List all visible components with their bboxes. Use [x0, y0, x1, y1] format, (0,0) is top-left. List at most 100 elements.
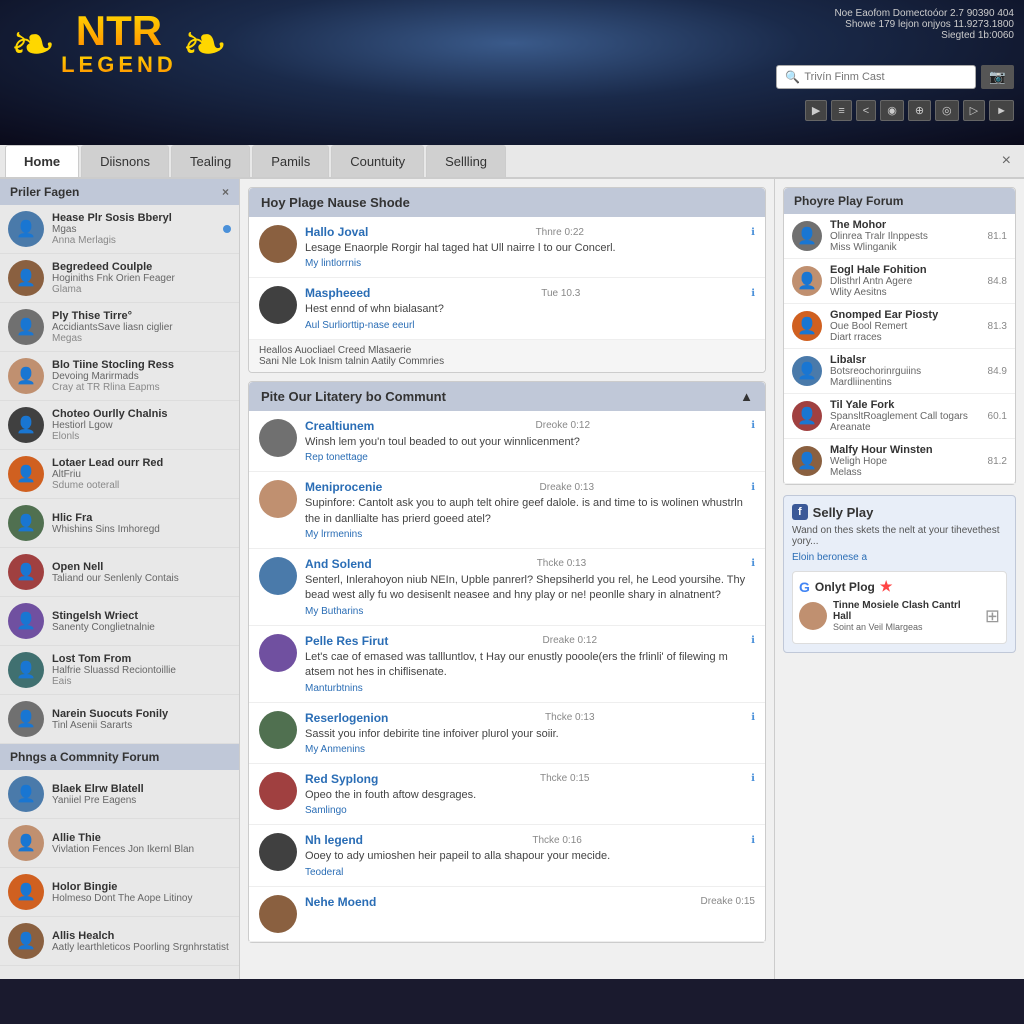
search-box[interactable]: 🔍 — [776, 65, 976, 89]
post-header: Nehe Moend Dreake 0:15 — [305, 895, 755, 909]
tab-diisnons[interactable]: Diisnons — [81, 145, 169, 177]
list-item[interactable]: 👤 Til Yale Fork SpansltRoaglement Call t… — [784, 394, 1015, 439]
list-item[interactable]: 👤 Allis Healch Aatly learthleticos Poorl… — [0, 917, 239, 966]
forum-user-info: The Mohor Olinrea Tralr Ilnppests Miss W… — [830, 219, 983, 253]
post-status-icon: ℹ — [751, 835, 755, 846]
tab-pamils[interactable]: Pamils — [252, 145, 329, 177]
post-status-icon: ℹ — [751, 288, 755, 299]
user-info: Ply Thise Tirre° AccidiantsSave liasn ci… — [52, 310, 231, 344]
avatar: 👤 — [792, 401, 822, 431]
list-item[interactable]: 👤 Gnomped Ear Piosty Oue Bool Remert Dia… — [784, 304, 1015, 349]
list-item[interactable]: 👤 Blaek Elrw Blatell Yaniiel Pre Eagens — [0, 770, 239, 819]
forum-user-info: Libalsr Botsreochorinrguiins Mardliinent… — [830, 354, 983, 388]
post-body: Meniprocenie Dreake 0:13 ℹ Supinfore: Ca… — [305, 480, 755, 540]
list-item[interactable]: 👤 Allie Thie Vivlation Fences Jon Ikernl… — [0, 819, 239, 868]
list-item[interactable]: 👤 Libalsr Botsreochorinrguiins Mardliine… — [784, 349, 1015, 394]
post-body: Hallo Joval Thnre 0:22 ℹ Lesage Enaorple… — [305, 225, 755, 269]
list-item[interactable]: 👤 Open Nell Taliand our Senlenly Contais — [0, 548, 239, 597]
forum-user-info: Til Yale Fork SpansltRoaglement Call tog… — [830, 399, 983, 433]
post-body: Nh legend Thcke 0:16 ℹ Ooey to ady umios… — [305, 833, 755, 877]
avatar: 👤 — [8, 825, 44, 861]
user-info: Blo Tiine Stocling Ress Devoing Marirmad… — [52, 359, 231, 393]
star-icon: ★ — [880, 578, 893, 595]
avatar: 👤 — [8, 701, 44, 737]
avatar: 👤 — [8, 874, 44, 910]
list-item[interactable]: 👤 Hease Plr Sosis Bberyl Mgas Anna Merla… — [0, 205, 239, 254]
logo-text-bottom: LEGEND — [61, 52, 177, 78]
post-body: Crealtiunem Dreoke 0:12 ℹ Winsh lem you'… — [305, 419, 755, 463]
post-body: And Solend Thcke 0:13 ℹ Senterl, Inlerah… — [305, 557, 755, 617]
main-layout: Priler Fagen × 👤 Hease Plr Sosis Bberyl … — [0, 179, 1024, 979]
toolbar-btn-7[interactable]: ▷ — [963, 100, 985, 121]
post-avatar — [259, 419, 297, 457]
toolbar-btn-1[interactable]: ▶ — [805, 100, 827, 121]
toolbar-btn-3[interactable]: < — [856, 100, 876, 121]
nav-bar: Home Diisnons Tealing Pamils Countuity S… — [0, 145, 1024, 179]
list-item[interactable]: 👤 Narein Suocuts Fonily Tinl Asenii Sara… — [0, 695, 239, 744]
post-item: Maspheeed Tue 10.3 ℹ Hest ennd of whn bi… — [249, 278, 765, 339]
post-header: Pelle Res Firut Dreake 0:12 ℹ — [305, 634, 755, 648]
logo: ❧ NTR LEGEND ❧ — [10, 10, 228, 78]
search-icon: 🔍 — [785, 70, 800, 84]
google-icon: G — [799, 579, 810, 595]
post-status-icon: ℹ — [751, 773, 755, 784]
tab-countuity[interactable]: Countuity — [331, 145, 424, 177]
sidebar-item-lost-tom-from[interactable]: 👤 Lost Tom From Halfrie Sluassd Recionto… — [0, 646, 239, 695]
post-status-icon: ℹ — [751, 712, 755, 723]
toolbar-btn-2[interactable]: ≡ — [831, 100, 851, 121]
list-item[interactable]: 👤 Eogl Hale Fohition Dlisthrl Antn Agere… — [784, 259, 1015, 304]
post-avatar — [259, 480, 297, 518]
search-area: 🔍 📷 — [776, 65, 1014, 89]
toolbar-btn-4[interactable]: ◉ — [880, 100, 904, 121]
post-status-icon: ℹ — [751, 558, 755, 569]
list-item[interactable]: 👤 Blo Tiine Stocling Ress Devoing Marirm… — [0, 352, 239, 401]
tab-tealing[interactable]: Tealing — [171, 145, 250, 177]
post-body: Reserlogenion Thcke 0:13 ℹ Sassit you in… — [305, 711, 755, 755]
sidebar-close-button[interactable]: × — [222, 185, 229, 199]
list-item[interactable]: 👤 Begredeed Coulple Hoginiths Fnk Orien … — [0, 254, 239, 303]
list-item[interactable]: 👤 Choteo Ourlly Chalnis Hestiorl Lgow El… — [0, 401, 239, 450]
list-item[interactable]: 👤 Hlic Fra Whishins Sins Imhoregd — [0, 499, 239, 548]
hot-page-panel: Hoy Plage Nause Shode Hallo Joval Thnre … — [248, 187, 766, 373]
list-item[interactable]: 👤 Holor Bingie Holmeso Dont The Aope Lit… — [0, 868, 239, 917]
mini-post-item[interactable]: Tinne Mosiele Clash Cantrl Hall Soint an… — [799, 595, 1000, 637]
post-header: Meniprocenie Dreake 0:13 ℹ — [305, 480, 755, 494]
post-header: Reserlogenion Thcke 0:13 ℹ — [305, 711, 755, 725]
list-item[interactable]: 👤 Stingelsh Wriect Sanenty Conglietnalni… — [0, 597, 239, 646]
post-avatar — [259, 711, 297, 749]
toolbar-btn-8[interactable]: ► — [989, 100, 1014, 121]
toolbar-btn-6[interactable]: ◎ — [935, 100, 959, 121]
post-body: Pelle Res Firut Dreake 0:12 ℹ Let's cae … — [305, 634, 755, 694]
user-info: Hlic Fra Whishins Sins Imhoregd — [52, 512, 231, 535]
tab-sellling[interactable]: Sellling — [426, 145, 506, 177]
toolbar-btn-5[interactable]: ⊕ — [908, 100, 931, 121]
tab-home[interactable]: Home — [5, 145, 79, 177]
right-forum-panel: Phoyre Play Forum 👤 The Mohor Olinrea Tr… — [783, 187, 1016, 485]
user-info: Begredeed Coulple Hoginiths Fnk Orien Fe… — [52, 261, 231, 295]
avatar: 👤 — [8, 505, 44, 541]
list-item[interactable]: 👤 The Mohor Olinrea Tralr Ilnppests Miss… — [784, 214, 1015, 259]
search-input[interactable] — [804, 71, 967, 83]
list-item[interactable]: 👤 Ply Thise Tirre° AccidiantsSave liasn … — [0, 303, 239, 352]
post-item: And Solend Thcke 0:13 ℹ Senterl, Inlerah… — [249, 549, 765, 626]
list-item[interactable]: 👤 Malfy Hour Winsten Weligh Hope Melass … — [784, 439, 1015, 484]
post-header: Nh legend Thcke 0:16 ℹ — [305, 833, 755, 847]
post-body: Red Syplong Thcke 0:15 ℹ Opeo the in fou… — [305, 772, 755, 816]
post-status-icon: ℹ — [751, 635, 755, 646]
avatar: 👤 — [792, 311, 822, 341]
user-info: Choteo Ourlly Chalnis Hestiorl Lgow Elon… — [52, 408, 231, 442]
forum-user-info: Gnomped Ear Piosty Oue Bool Remert Diart… — [830, 309, 983, 343]
panel1-footer: Heallos Auocliael Creed Mlasaerie Sani N… — [249, 340, 765, 372]
avatar: 👤 — [8, 923, 44, 959]
post-item: Crealtiunem Dreoke 0:12 ℹ Winsh lem you'… — [249, 411, 765, 472]
sidebar-users-list: 👤 Hease Plr Sosis Bberyl Mgas Anna Merla… — [0, 205, 239, 744]
avatar: 👤 — [8, 358, 44, 394]
camera-button[interactable]: 📷 — [981, 65, 1014, 89]
post-item: Meniprocenie Dreake 0:13 ℹ Supinfore: Ca… — [249, 472, 765, 549]
nav-close-button[interactable]: × — [994, 152, 1019, 170]
panel2-collapse-button[interactable]: ▲ — [740, 389, 753, 404]
social-widget: f Selly Play Wand on thes skets the nelt… — [783, 495, 1016, 653]
avatar: 👤 — [792, 266, 822, 296]
forum-user-info: Malfy Hour Winsten Weligh Hope Melass — [830, 444, 983, 478]
list-item[interactable]: 👤 Lotaer Lead ourr Red AltFriu Sdume oot… — [0, 450, 239, 499]
